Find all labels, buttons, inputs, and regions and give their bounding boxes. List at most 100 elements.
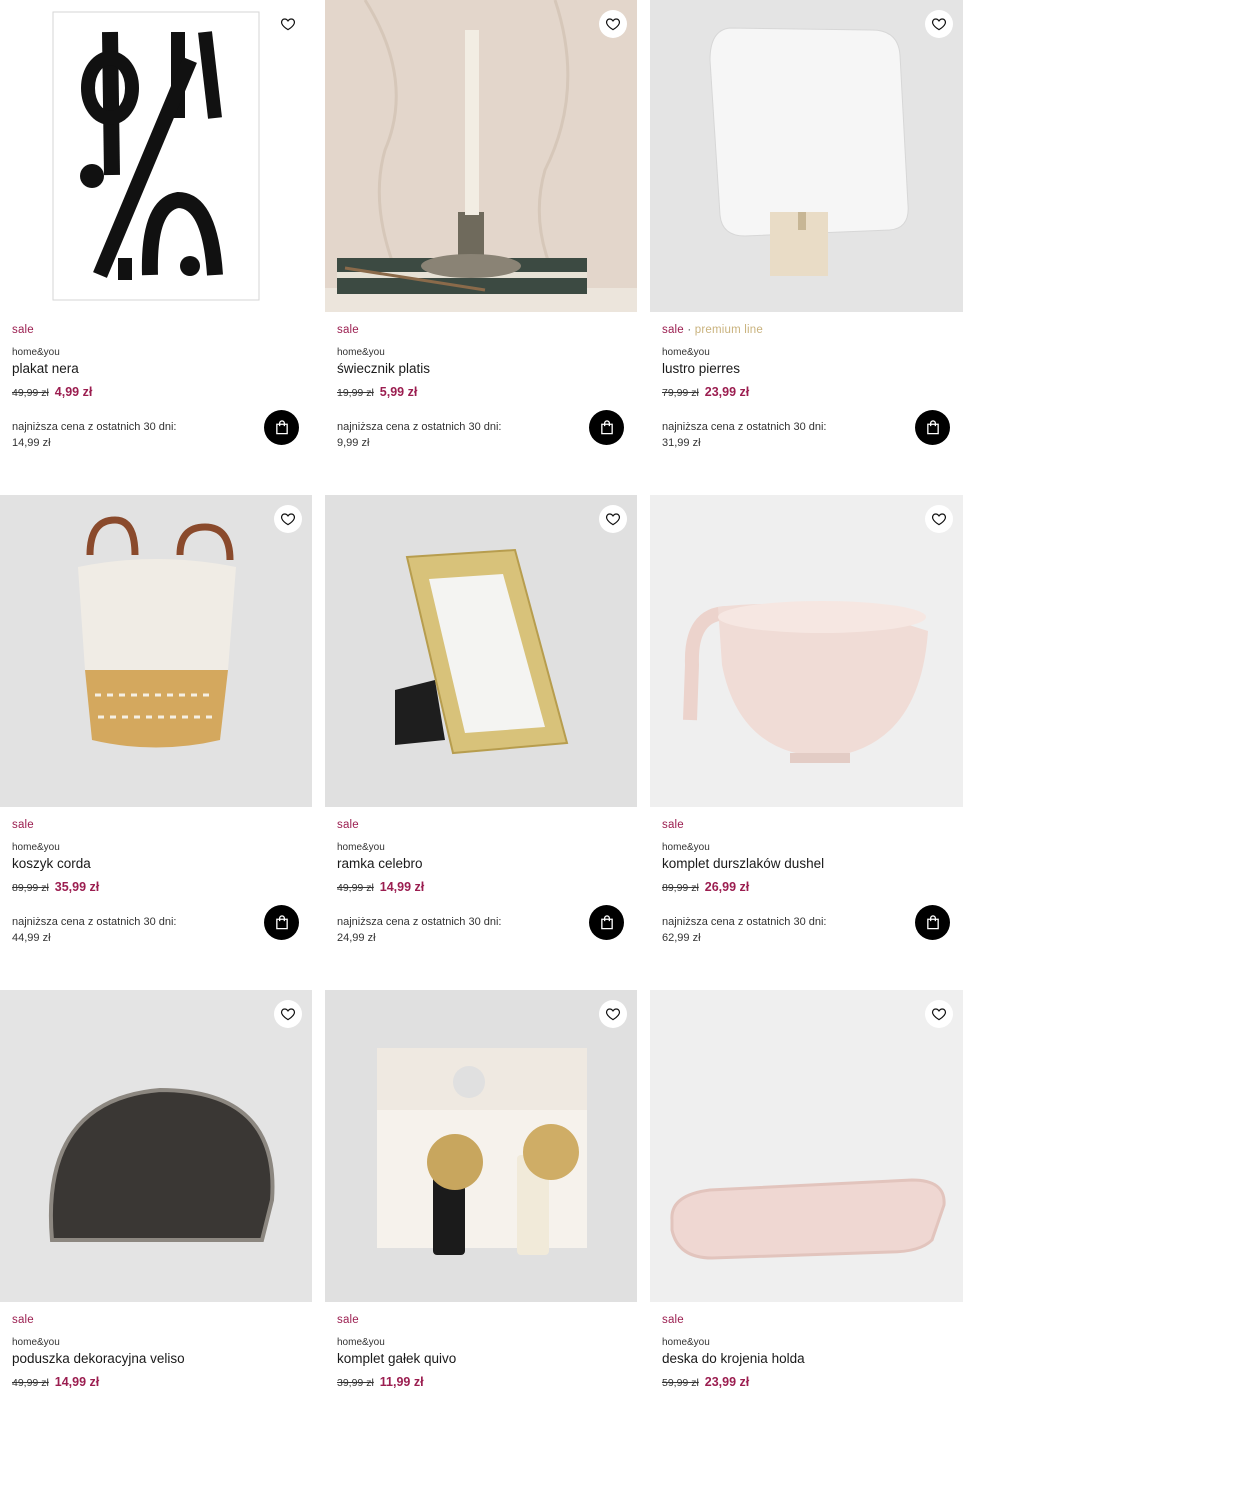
add-to-cart-button[interactable]: [589, 410, 624, 445]
favorite-button[interactable]: [599, 505, 627, 533]
brand-label: home&you: [662, 347, 710, 358]
old-price: 59,99 zł: [662, 1377, 699, 1389]
heart-icon: [605, 511, 621, 527]
product-image[interactable]: [650, 495, 963, 807]
separator-dot: ·: [687, 324, 692, 336]
product-card[interactable]: sale home&you deska do krojenia holda 59…: [650, 990, 963, 1485]
shopping-bag-icon: [275, 915, 289, 930]
shopping-bag-icon: [600, 420, 614, 435]
old-price: 49,99 zł: [337, 882, 374, 894]
shopping-bag-icon: [600, 915, 614, 930]
tagline: sale: [662, 819, 951, 835]
basket-image: [0, 495, 312, 807]
product-name[interactable]: plakat nera: [12, 361, 300, 376]
product-card[interactable]: sale home&you plakat nera 49,99 zł 4,99 …: [0, 0, 312, 495]
lowest-price-info: najniższa cena z ostatnich 30 dni: 44,99…: [12, 914, 232, 946]
sale-price: 11,99 zł: [379, 1375, 424, 1389]
sale-label: sale: [12, 1314, 34, 1326]
price-row: 89,99 zł 35,99 zł: [12, 880, 300, 894]
lowest-price-value: 31,99 zł: [662, 437, 701, 449]
knobs-image: [325, 990, 637, 1302]
product-info: sale home&you poduszka dekoracyjna velis…: [0, 1302, 312, 1485]
product-image[interactable]: [325, 495, 637, 807]
product-card[interactable]: sale home&you ramka celebro 49,99 zł 14,…: [325, 495, 637, 990]
premium-line-label: premium line: [694, 324, 763, 336]
cushion-image: [0, 990, 312, 1302]
product-image[interactable]: [325, 0, 637, 312]
price-row: 79,99 zł 23,99 zł: [662, 385, 951, 399]
product-card[interactable]: sale home&you komplet gałek quivo 39,99 …: [325, 990, 637, 1485]
product-card[interactable]: sale home&you świecznik platis 19,99 zł …: [325, 0, 637, 495]
lowest-price-value: 62,99 zł: [662, 932, 701, 944]
old-price: 79,99 zł: [662, 387, 699, 399]
product-info: sale home&you świecznik platis 19,99 zł …: [325, 312, 637, 495]
add-to-cart-button[interactable]: [589, 905, 624, 940]
product-name[interactable]: komplet durszlaków dushel: [662, 856, 951, 871]
add-to-cart-button[interactable]: [264, 410, 299, 445]
photo-frame-image: [325, 495, 637, 807]
price-row: 89,99 zł 26,99 zł: [662, 880, 951, 894]
brand-label: home&you: [12, 347, 60, 358]
sale-label: sale: [12, 324, 34, 336]
sale-price: 5,99 zł: [379, 385, 418, 399]
favorite-button[interactable]: [274, 10, 302, 38]
price-row: 59,99 zł 23,99 zł: [662, 1375, 951, 1389]
lowest-price-info: najniższa cena z ostatnich 30 dni: 9,99 …: [337, 419, 557, 451]
product-card[interactable]: sale home&you komplet durszlaków dushel …: [650, 495, 963, 990]
add-to-cart-button[interactable]: [264, 905, 299, 940]
lowest-price-value: 9,99 zł: [337, 437, 370, 449]
add-to-cart-button[interactable]: [915, 905, 950, 940]
lowest-price-label: najniższa cena z ostatnich 30 dni:: [12, 916, 177, 928]
candle-holder-image: [325, 0, 637, 312]
product-card[interactable]: sale home&you koszyk corda 89,99 zł 35,9…: [0, 495, 312, 990]
product-image[interactable]: [0, 495, 312, 807]
sale-label: sale: [337, 324, 359, 336]
sale-label: sale: [337, 1314, 359, 1326]
price-row: 39,99 zł 11,99 zł: [337, 1375, 625, 1389]
product-image[interactable]: [325, 990, 637, 1302]
price-row: 49,99 zł 14,99 zł: [337, 880, 625, 894]
tagline: sale: [337, 819, 625, 835]
brand-label: home&you: [12, 1337, 60, 1348]
product-card[interactable]: sale home&you poduszka dekoracyjna velis…: [0, 990, 312, 1485]
product-name[interactable]: ramka celebro: [337, 856, 625, 871]
lowest-price-label: najniższa cena z ostatnich 30 dni:: [662, 421, 827, 433]
product-info: sale home&you komplet durszlaków dushel …: [650, 807, 963, 990]
product-info: sale home&you ramka celebro 49,99 zł 14,…: [325, 807, 637, 990]
product-card[interactable]: sale · premium line home&you lustro pier…: [650, 0, 963, 495]
product-name[interactable]: komplet gałek quivo: [337, 1351, 625, 1366]
price-row: 49,99 zł 4,99 zł: [12, 385, 300, 399]
product-name[interactable]: koszyk corda: [12, 856, 300, 871]
favorite-button[interactable]: [925, 10, 953, 38]
heart-icon: [931, 1006, 947, 1022]
favorite-button[interactable]: [599, 1000, 627, 1028]
lowest-price-info: najniższa cena z ostatnich 30 dni: 31,99…: [662, 419, 882, 451]
product-image[interactable]: [650, 0, 963, 312]
brand-label: home&you: [337, 347, 385, 358]
lowest-price-label: najniższa cena z ostatnich 30 dni:: [337, 916, 502, 928]
heart-icon: [605, 1006, 621, 1022]
shopping-bag-icon: [926, 420, 940, 435]
product-name[interactable]: deska do krojenia holda: [662, 1351, 951, 1366]
product-image[interactable]: [0, 0, 312, 312]
poster-image: [0, 0, 312, 312]
shopping-bag-icon: [926, 915, 940, 930]
product-name[interactable]: świecznik platis: [337, 361, 625, 376]
sale-price: 14,99 zł: [379, 880, 425, 894]
favorite-button[interactable]: [274, 505, 302, 533]
favorite-button[interactable]: [274, 1000, 302, 1028]
product-info: sale home&you deska do krojenia holda 59…: [650, 1302, 963, 1485]
brand-label: home&you: [662, 1337, 710, 1348]
favorite-button[interactable]: [925, 1000, 953, 1028]
heart-icon: [931, 16, 947, 32]
lowest-price-value: 44,99 zł: [12, 932, 51, 944]
lowest-price-info: najniższa cena z ostatnich 30 dni: 62,99…: [662, 914, 882, 946]
add-to-cart-button[interactable]: [915, 410, 950, 445]
product-name[interactable]: lustro pierres: [662, 361, 951, 376]
product-info: sale home&you komplet gałek quivo 39,99 …: [325, 1302, 637, 1485]
favorite-button[interactable]: [599, 10, 627, 38]
product-image[interactable]: [0, 990, 312, 1302]
favorite-button[interactable]: [925, 505, 953, 533]
product-name[interactable]: poduszka dekoracyjna veliso: [12, 1351, 300, 1366]
product-image[interactable]: [650, 990, 963, 1302]
